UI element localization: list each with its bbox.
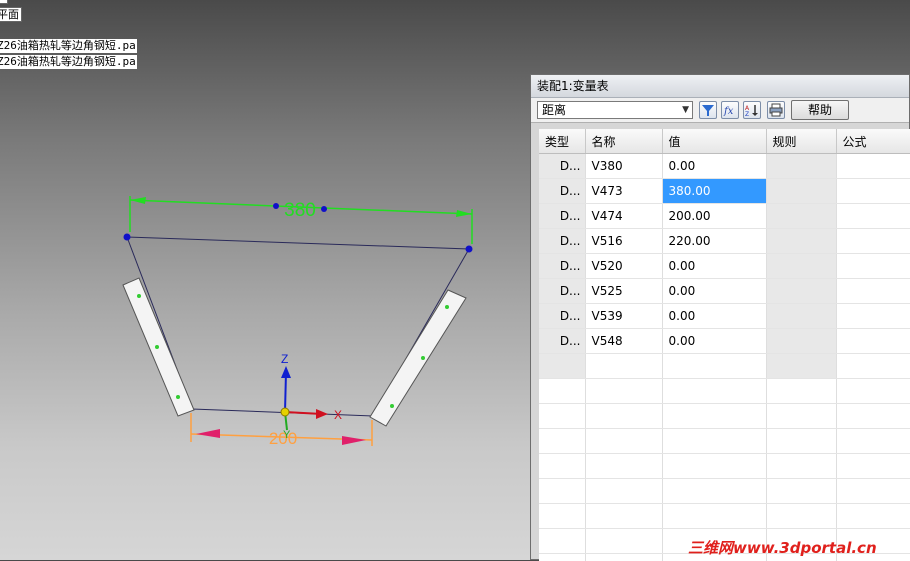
empty-row <box>539 379 910 404</box>
cell-name[interactable]: V525 <box>585 279 662 304</box>
table-row[interactable]: D... V548 0.00 <box>539 329 910 354</box>
cell-value[interactable]: 0.00 <box>662 254 766 279</box>
cell-rule[interactable] <box>766 229 836 254</box>
table-row[interactable]: D... V473 380.00 <box>539 179 910 204</box>
column-header-rule[interactable]: 规则 <box>766 129 836 154</box>
cell-type[interactable]: D... <box>539 154 585 179</box>
empty-row <box>539 454 910 479</box>
column-header-type[interactable]: 类型 <box>539 129 585 154</box>
cell-rule[interactable] <box>766 279 836 304</box>
grid-header-row: 类型 名称 值 规则 公式 <box>539 129 910 154</box>
cell-rule[interactable] <box>766 204 836 229</box>
help-button[interactable]: 帮助 <box>791 100 849 120</box>
column-header-name[interactable]: 名称 <box>585 129 662 154</box>
dimension-top: 380 <box>130 196 472 244</box>
window-title[interactable]: 装配1:变量表 <box>531 75 909 98</box>
variable-grid[interactable]: 类型 名称 值 规则 公式 D... V380 0.00 D... V473 <box>539 129 910 561</box>
cell-formula[interactable] <box>836 254 910 279</box>
cell-formula[interactable] <box>836 179 910 204</box>
empty-row <box>539 404 910 429</box>
axis-triad: Z X Y <box>281 352 342 441</box>
table-row[interactable]: D... V380 0.00 <box>539 154 910 179</box>
cell-value[interactable]: 0.00 <box>662 304 766 329</box>
table-row[interactable]: D... V525 0.00 <box>539 279 910 304</box>
site-watermark: 三维网www.3dportal.cn <box>688 537 877 558</box>
sort-icon[interactable]: AZ <box>743 101 761 119</box>
table-row[interactable]: D... V539 0.00 <box>539 304 910 329</box>
cell-value[interactable]: 0.00 <box>662 329 766 354</box>
filter-dropdown[interactable]: 距离 ▼ <box>537 101 693 119</box>
axis-z-label: Z <box>281 352 288 366</box>
cell-type[interactable]: D... <box>539 329 585 354</box>
cell-type[interactable]: D... <box>539 229 585 254</box>
empty-row <box>539 504 910 529</box>
table-row[interactable]: D... V516 220.00 <box>539 229 910 254</box>
cell-value[interactable]: 220.00 <box>662 229 766 254</box>
table-row[interactable]: D... V474 200.00 <box>539 204 910 229</box>
column-header-formula[interactable]: 公式 <box>836 129 910 154</box>
table-row[interactable]: D... V520 0.00 <box>539 254 910 279</box>
axis-x-label: X <box>334 408 342 422</box>
filter-dropdown-value: 距离 <box>542 103 566 117</box>
cell-name[interactable]: V539 <box>585 304 662 329</box>
cell-name[interactable]: V473 <box>585 179 662 204</box>
new-entry-row[interactable] <box>539 354 910 379</box>
cell-name[interactable]: V520 <box>585 254 662 279</box>
cell-rule[interactable] <box>766 154 836 179</box>
cell-type[interactable]: D... <box>539 279 585 304</box>
svg-text:fx: fx <box>723 106 734 117</box>
cell-value-selected[interactable]: 380.00 <box>662 179 766 204</box>
cell-name[interactable]: V380 <box>585 154 662 179</box>
cell-rule[interactable] <box>766 254 836 279</box>
cell-formula[interactable] <box>836 204 910 229</box>
cell-type[interactable]: D... <box>539 204 585 229</box>
filter-icon[interactable] <box>699 101 717 119</box>
cell-formula[interactable] <box>836 279 910 304</box>
vertex-point <box>124 234 131 241</box>
cell-value[interactable]: 200.00 <box>662 204 766 229</box>
print-icon[interactable] <box>767 101 785 119</box>
cell-name[interactable]: V516 <box>585 229 662 254</box>
chevron-down-icon[interactable]: ▼ <box>682 102 689 118</box>
svg-text:Z: Z <box>745 111 749 118</box>
right-angle-bar <box>370 290 466 426</box>
cell-formula[interactable] <box>836 229 910 254</box>
cell-type[interactable]: D... <box>539 254 585 279</box>
cell-rule[interactable] <box>766 304 836 329</box>
cell-type[interactable]: D... <box>539 304 585 329</box>
cell-name[interactable]: V548 <box>585 329 662 354</box>
empty-row <box>539 479 910 504</box>
cell-value[interactable]: 0.00 <box>662 279 766 304</box>
formula-icon[interactable]: fx <box>721 101 739 119</box>
cell-formula[interactable] <box>836 154 910 179</box>
dimension-top-label[interactable]: 380 <box>284 200 316 221</box>
vertex-point <box>466 246 473 253</box>
cell-formula[interactable] <box>836 304 910 329</box>
cell-rule[interactable] <box>766 329 836 354</box>
dimension-bottom: 200 <box>191 413 372 448</box>
origin-point <box>281 408 289 416</box>
column-header-value[interactable]: 值 <box>662 129 766 154</box>
empty-row <box>539 429 910 454</box>
cell-type[interactable]: D... <box>539 179 585 204</box>
cell-formula[interactable] <box>836 329 910 354</box>
cell-value[interactable]: 0.00 <box>662 154 766 179</box>
axis-y-label: Y <box>283 429 291 441</box>
variable-table-window[interactable]: 装配1:变量表 距离 ▼ fx AZ 帮助 类型 名称 <box>530 74 910 560</box>
cell-name[interactable]: V474 <box>585 204 662 229</box>
var-toolbar: 距离 ▼ fx AZ 帮助 <box>531 98 909 123</box>
cell-rule[interactable] <box>766 179 836 204</box>
left-angle-bar <box>123 278 194 416</box>
